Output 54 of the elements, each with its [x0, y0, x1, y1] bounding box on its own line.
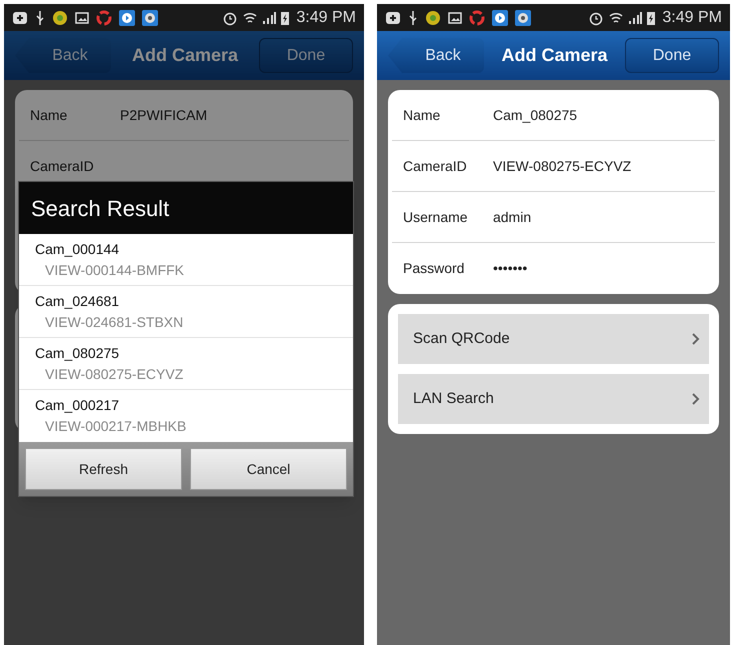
field-value[interactable]: P2PWIFICAM: [120, 104, 208, 126]
field-label: CameraID: [402, 156, 468, 176]
camera-name: Cam_000144: [35, 240, 120, 259]
play-icon: [119, 10, 135, 26]
field-value[interactable]: VIEW-080275-ECYVZ: [492, 156, 632, 176]
round-app-icon: [52, 10, 68, 26]
screen-title: Add Camera: [132, 44, 238, 67]
plus-square-icon: [12, 10, 28, 26]
menu-item[interactable]: LAN Search: [398, 374, 709, 424]
chevron-right-icon: [691, 392, 701, 406]
image-icon: [448, 10, 462, 24]
camera-id: VIEW-080275-ECYVZ: [44, 364, 184, 384]
camera-name: Cam_024681: [35, 292, 120, 311]
camera-id: VIEW-024681-STBXN: [44, 312, 184, 332]
dialog-title: Search Result: [19, 182, 353, 234]
dialog-button[interactable]: Cancel: [190, 448, 347, 490]
done-button[interactable]: Done: [258, 38, 353, 73]
colorful-ring-icon: [96, 10, 112, 26]
battery-icon: [280, 10, 290, 26]
menu-item[interactable]: Scan QRCode: [398, 314, 709, 364]
camera-lens-icon: [514, 10, 531, 26]
field-value[interactable]: •••••••: [492, 258, 528, 279]
camera-lens-icon: [142, 10, 158, 26]
colorful-ring-icon: [468, 10, 485, 26]
field-label: Name: [30, 106, 68, 124]
field-value[interactable]: Cam_080275: [492, 104, 578, 126]
result-item[interactable]: Cam_024681 VIEW-024681-STBXN: [19, 286, 353, 338]
status-time: 3:49 PM: [662, 8, 722, 28]
field-label: Username: [402, 208, 469, 226]
back-button[interactable]: Back: [388, 38, 484, 73]
field-label: CameraID: [30, 156, 95, 176]
plus-square-icon: [384, 10, 401, 26]
round-app-icon: [424, 10, 441, 26]
signal-icon: [628, 10, 642, 24]
play-icon: [492, 10, 508, 26]
battery-icon: [646, 10, 656, 26]
camera-id: VIEW-000144-BMFFK: [44, 260, 186, 280]
signal-icon: [262, 10, 276, 24]
camera-name: Cam_080275: [35, 344, 120, 363]
camera-name: Cam_000217: [35, 396, 120, 415]
chevron-right-icon: [691, 332, 701, 346]
image-icon: [75, 10, 89, 24]
screen-title: Add Camera: [501, 44, 608, 67]
result-item[interactable]: Cam_080275 VIEW-080275-ECYVZ: [19, 338, 353, 390]
camera-id: VIEW-000217-MBHKB: [44, 417, 188, 436]
result-item[interactable]: Cam_000217 VIEW-000217-MBHKB: [19, 390, 353, 442]
back-button[interactable]: Back: [15, 38, 111, 73]
field-label: Password: [402, 259, 466, 278]
dialog-button[interactable]: Refresh: [25, 448, 182, 490]
field-label: Name: [402, 106, 442, 124]
field-value[interactable]: admin: [492, 206, 532, 228]
done-button[interactable]: Done: [624, 38, 719, 73]
result-item[interactable]: Cam_000144 VIEW-000144-BMFFK: [19, 234, 353, 286]
status-time: 3:49 PM: [296, 8, 356, 28]
